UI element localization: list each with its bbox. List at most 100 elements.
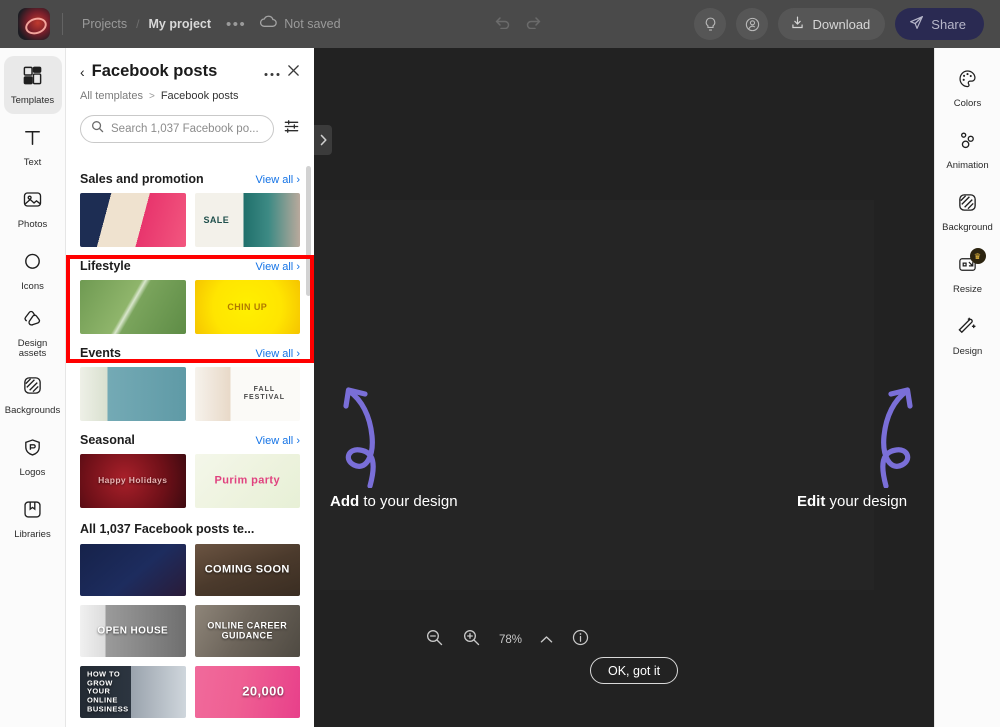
right-label-colors: Colors xyxy=(953,97,982,109)
canvas-area[interactable] xyxy=(314,48,934,727)
breadcrumb-all-templates[interactable]: All templates xyxy=(80,90,143,102)
sidebar-item-icons[interactable]: Icons xyxy=(4,242,62,300)
sidebar-item-photos[interactable]: Photos xyxy=(4,180,62,238)
template-card-6[interactable]: 20,000 xyxy=(194,666,300,718)
design-assets-icon xyxy=(22,308,43,334)
right-item-resize[interactable]: ♛ Resize xyxy=(938,244,998,304)
right-item-animation[interactable]: Animation xyxy=(938,120,998,180)
download-button[interactable]: Download xyxy=(778,8,886,40)
sidebar-item-design-assets[interactable]: Design assets xyxy=(4,304,62,362)
thumb-caption: COMING SOON xyxy=(204,563,290,576)
background-icon xyxy=(957,192,978,218)
section-header-seasonal: Seasonal View all › xyxy=(80,433,300,447)
artboard[interactable] xyxy=(314,200,874,590)
all-templates-title: All 1,037 Facebook posts te... xyxy=(80,522,255,536)
template-card-4[interactable]: ONLINE CAREER GUIDANCE xyxy=(194,605,300,657)
lifestyle-template-1[interactable] xyxy=(80,280,186,334)
chevron-up-icon[interactable] xyxy=(540,631,553,649)
right-label-design: Design xyxy=(952,345,983,357)
panel-collapse-toggle[interactable] xyxy=(314,125,332,155)
sidebar-label-photos: Photos xyxy=(17,218,48,230)
download-icon xyxy=(790,15,805,33)
right-label-animation: Animation xyxy=(946,159,989,171)
save-status-label: Not saved xyxy=(284,17,341,31)
template-card-2[interactable]: COMING SOON xyxy=(194,544,300,596)
sales-promo-template-1[interactable] xyxy=(80,193,186,247)
download-label: Download xyxy=(812,16,871,32)
breadcrumb-projects[interactable]: Projects xyxy=(75,13,134,35)
sidebar-label-backgrounds: Backgrounds xyxy=(4,404,61,416)
creative-cloud-logo-icon[interactable] xyxy=(18,8,50,40)
sidebar-label-logos: Logos xyxy=(19,466,46,478)
sidebar-item-backgrounds[interactable]: Backgrounds xyxy=(4,366,62,424)
toolbar-actions: Download Share xyxy=(694,8,984,40)
seasonal-template-1[interactable]: Happy Holidays xyxy=(80,454,186,508)
templates-icon xyxy=(22,65,43,91)
sidebar-item-templates[interactable]: Templates xyxy=(3,56,62,114)
events-template-2[interactable]: FALL FESTIVAL xyxy=(194,367,300,421)
breadcrumb-project-name[interactable]: My project xyxy=(142,13,219,35)
photos-icon xyxy=(22,189,43,215)
backgrounds-icon xyxy=(22,375,43,401)
sidebar-item-libraries[interactable]: Libraries xyxy=(4,490,62,548)
templates-scroll-area[interactable]: Sales and promotion View all › SALE Life… xyxy=(66,160,314,727)
undo-icon[interactable] xyxy=(494,14,511,34)
view-all-link-seasonal[interactable]: View all › xyxy=(256,435,300,447)
thumb-caption: OPEN HOUSE xyxy=(97,625,169,637)
sidebar-item-logos[interactable]: Logos xyxy=(4,428,62,486)
sidebar-label-design-assets: Design assets xyxy=(17,338,48,359)
template-card-5[interactable]: HOW TO GROW YOUR ONLINE BUSINESS xyxy=(80,666,186,718)
panel-scrollbar[interactable] xyxy=(306,166,311,296)
thumb-caption: Purim party xyxy=(214,474,281,487)
search-icon xyxy=(91,120,104,138)
zoom-out-icon[interactable] xyxy=(425,628,444,652)
template-card-1[interactable] xyxy=(80,544,186,596)
view-all-label: View all xyxy=(255,348,294,360)
zoom-in-icon[interactable] xyxy=(462,628,481,652)
view-all-link-lifestyle[interactable]: View all › xyxy=(256,261,300,273)
right-item-design[interactable]: Design xyxy=(938,306,998,366)
zoom-controls: 78% xyxy=(425,628,590,652)
thumb-caption: 20,000 xyxy=(242,683,285,699)
more-horizontal-icon[interactable] xyxy=(264,65,280,79)
redo-icon[interactable] xyxy=(525,14,542,34)
text-icon xyxy=(22,127,43,153)
info-icon[interactable] xyxy=(571,628,590,652)
thumb-caption: HOW TO GROW YOUR ONLINE BUSINESS xyxy=(87,669,129,713)
view-all-label: View all xyxy=(255,261,294,273)
search-input[interactable]: Search 1,037 Facebook po... xyxy=(80,115,274,143)
app-root: Projects / My project ••• Not saved Down… xyxy=(0,0,1000,727)
crown-icon: ♛ xyxy=(969,248,986,264)
search-row: Search 1,037 Facebook po... xyxy=(80,115,300,143)
colors-palette-icon xyxy=(957,68,978,94)
lightbulb-icon[interactable] xyxy=(694,8,727,40)
close-icon[interactable] xyxy=(287,64,300,79)
chevron-left-icon[interactable]: ‹ xyxy=(80,65,85,79)
thumb-caption: ONLINE CAREER GUIDANCE xyxy=(207,620,288,641)
share-label: Share xyxy=(931,16,966,32)
right-tool-rail: Colors Animation Background ♛ Resize Des… xyxy=(934,48,1000,727)
filter-sliders-icon[interactable] xyxy=(283,118,300,140)
events-template-1[interactable] xyxy=(80,367,186,421)
panel-header: ‹ Facebook posts All templates > Faceboo… xyxy=(66,48,314,143)
lifestyle-template-2[interactable]: CHIN UP xyxy=(194,280,300,334)
ok-got-it-button[interactable]: OK, got it xyxy=(590,657,679,684)
zoom-level-label[interactable]: 78% xyxy=(499,634,522,646)
template-card-3[interactable]: OPEN HOUSE xyxy=(80,605,186,657)
cloud-icon xyxy=(260,15,278,33)
account-add-icon[interactable] xyxy=(736,8,769,40)
view-all-link-sales[interactable]: View all › xyxy=(256,174,300,186)
thumb-row-events: FALL FESTIVAL xyxy=(80,367,300,421)
seasonal-template-2[interactable]: Purim party xyxy=(194,454,300,508)
sidebar-item-text[interactable]: Text xyxy=(4,118,62,176)
share-button[interactable]: Share xyxy=(895,8,984,40)
view-all-label: View all xyxy=(255,174,294,186)
right-item-background[interactable]: Background xyxy=(938,182,998,242)
project-more-button[interactable]: ••• xyxy=(218,15,254,34)
view-all-link-events[interactable]: View all › xyxy=(256,348,300,360)
panel-title-row: ‹ Facebook posts xyxy=(80,62,300,81)
sales-promo-template-2[interactable]: SALE xyxy=(194,193,300,247)
section-title: Seasonal xyxy=(80,433,135,447)
right-item-colors[interactable]: Colors xyxy=(938,58,998,118)
section-title: Lifestyle xyxy=(80,259,131,273)
